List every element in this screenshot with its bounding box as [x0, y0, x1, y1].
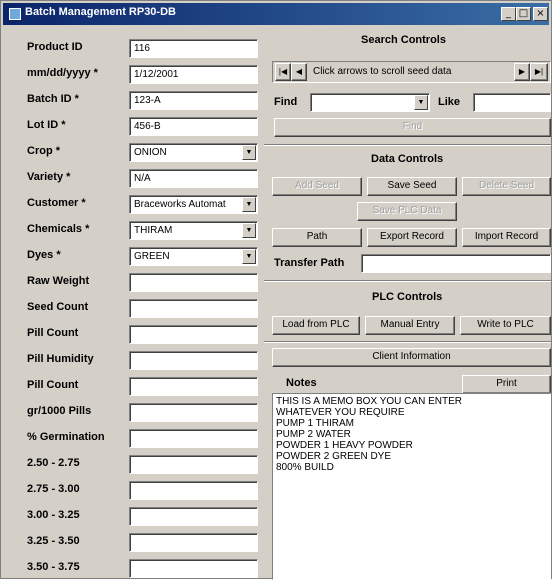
label-chemicals: Chemicals * — [27, 223, 90, 235]
label-date: mm/dd/yyyy * — [27, 67, 98, 79]
window-title: Batch Management RP30-DB — [25, 6, 176, 18]
print-button[interactable]: Print — [462, 375, 551, 394]
transfer-path-input[interactable] — [361, 254, 551, 273]
pill-humidity-input[interactable] — [129, 351, 258, 370]
crop-select-value: ONION — [134, 147, 167, 158]
chevron-down-icon[interactable]: ▼ — [242, 249, 256, 264]
notes-label: Notes — [286, 377, 317, 389]
title-bar[interactable]: Batch Management RP30-DB _ □ × — [3, 3, 549, 25]
customer-select[interactable]: Braceworks Automat ▼ — [129, 195, 258, 214]
like-label: Like — [438, 96, 461, 108]
find-label: Find — [274, 96, 298, 108]
load-from-plc-button[interactable]: Load from PLC — [272, 316, 360, 335]
save-plc-data-button[interactable]: Save PLC Data — [357, 202, 457, 221]
label-pill-count: Pill Count — [27, 327, 79, 339]
save-seed-button[interactable]: Save Seed — [367, 177, 457, 196]
export-record-button[interactable]: Export Record — [367, 228, 457, 247]
date-input[interactable]: 1/12/2001 — [129, 65, 258, 84]
gr-1000-pills-input[interactable] — [129, 403, 258, 422]
seed-count-input[interactable] — [129, 299, 258, 318]
manual-entry-button[interactable]: Manual Entry — [365, 316, 455, 335]
record-navigator: |◀ ◀ Click arrows to scroll seed data ▶ … — [272, 61, 551, 83]
label-customer: Customer * — [27, 197, 86, 209]
chevron-down-icon[interactable]: ▼ — [242, 197, 256, 212]
label-raw-weight: Raw Weight — [27, 275, 90, 287]
find-select[interactable]: ▼ — [310, 93, 430, 112]
label-pill-count-2: Pill Count — [27, 379, 79, 391]
restore-button[interactable]: □ — [516, 7, 531, 21]
notes-line: 800% BUILD — [276, 462, 334, 473]
label-germination: % Germination — [27, 431, 105, 443]
chevron-down-icon[interactable]: ▼ — [414, 95, 428, 110]
notes-line: PUMP 1 THIRAM — [276, 418, 354, 429]
add-seed-button[interactable]: Add Seed — [272, 177, 362, 196]
label-size-250-275: 2.50 - 2.75 — [27, 457, 80, 469]
app-icon — [9, 8, 21, 20]
label-variety: Variety * — [27, 171, 71, 183]
client-information-button[interactable]: Client Information — [272, 348, 551, 367]
size-275-300-input[interactable] — [129, 481, 258, 500]
label-gr-1000-pills: gr/1000 Pills — [27, 405, 92, 417]
label-seed-count: Seed Count — [27, 301, 89, 313]
label-dyes: Dyes * — [27, 249, 61, 261]
label-batch-id: Batch ID * — [27, 93, 79, 105]
crop-select[interactable]: ONION ▼ — [129, 143, 258, 162]
batch-management-window: Batch Management RP30-DB _ □ × Product I… — [0, 0, 552, 580]
last-record-button[interactable]: ▶| — [530, 63, 548, 81]
label-size-350-375: 3.50 - 3.75 — [27, 561, 80, 573]
divider — [264, 144, 551, 146]
transfer-path-label: Transfer Path — [274, 257, 345, 269]
product-id-input[interactable]: 116 — [129, 39, 258, 58]
chevron-down-icon[interactable]: ▼ — [242, 145, 256, 160]
size-325-350-input[interactable] — [129, 533, 258, 552]
batch-id-input[interactable]: 123-A — [129, 91, 258, 110]
find-button[interactable]: Find — [274, 118, 551, 137]
germination-input[interactable] — [129, 429, 258, 448]
label-pill-humidity: Pill Humidity — [27, 353, 94, 365]
notes-line: PUMP 2 WATER — [276, 429, 351, 440]
chemicals-select[interactable]: THIRAM ▼ — [129, 221, 258, 240]
size-300-325-input[interactable] — [129, 507, 258, 526]
lot-id-input[interactable]: 456-B — [129, 117, 258, 136]
label-lot-id: Lot ID * — [27, 119, 66, 131]
raw-weight-input[interactable] — [129, 273, 258, 292]
next-record-button[interactable]: ▶ — [514, 63, 530, 81]
minimize-button[interactable]: _ — [501, 7, 516, 21]
dyes-select-value: GREEN — [134, 251, 170, 262]
label-size-325-350: 3.25 - 3.50 — [27, 535, 80, 547]
notes-memo-box[interactable]: THIS IS A MEMO BOX YOU CAN ENTER WHATEVE… — [272, 393, 551, 580]
chemicals-select-value: THIRAM — [134, 225, 173, 236]
import-record-button[interactable]: Import Record — [462, 228, 551, 247]
notes-line: THIS IS A MEMO BOX YOU CAN ENTER — [276, 396, 462, 407]
notes-line: WHATEVER YOU REQUIRE — [276, 407, 405, 418]
label-crop: Crop * — [27, 145, 60, 157]
path-button[interactable]: Path — [272, 228, 362, 247]
data-controls-title: Data Controls — [371, 153, 444, 165]
first-record-button[interactable]: |◀ — [275, 63, 291, 81]
chevron-down-icon[interactable]: ▼ — [242, 223, 256, 238]
size-250-275-input[interactable] — [129, 455, 258, 474]
delete-seed-button[interactable]: Delete Seed — [462, 177, 551, 196]
divider — [264, 280, 551, 282]
divider — [264, 341, 551, 343]
write-to-plc-button[interactable]: Write to PLC — [460, 316, 551, 335]
dyes-select[interactable]: GREEN ▼ — [129, 247, 258, 266]
navigator-caption: Click arrows to scroll seed data — [313, 66, 452, 77]
notes-line: POWDER 2 GREEN DYE — [276, 451, 392, 462]
pill-count-2-input[interactable] — [129, 377, 258, 396]
size-350-375-input[interactable] — [129, 559, 258, 578]
search-controls-title: Search Controls — [361, 34, 446, 46]
close-button[interactable]: × — [533, 7, 548, 21]
customer-select-value: Braceworks Automat — [134, 199, 226, 210]
plc-controls-title: PLC Controls — [372, 291, 443, 303]
pill-count-input[interactable] — [129, 325, 258, 344]
like-input[interactable] — [473, 93, 551, 112]
label-size-275-300: 2.75 - 3.00 — [27, 483, 80, 495]
variety-input[interactable]: N/A — [129, 169, 258, 188]
label-product-id: Product ID — [27, 41, 83, 53]
notes-line: POWDER 1 HEAVY POWDER — [276, 440, 413, 451]
previous-record-button[interactable]: ◀ — [291, 63, 307, 81]
label-size-300-325: 3.00 - 3.25 — [27, 509, 80, 521]
